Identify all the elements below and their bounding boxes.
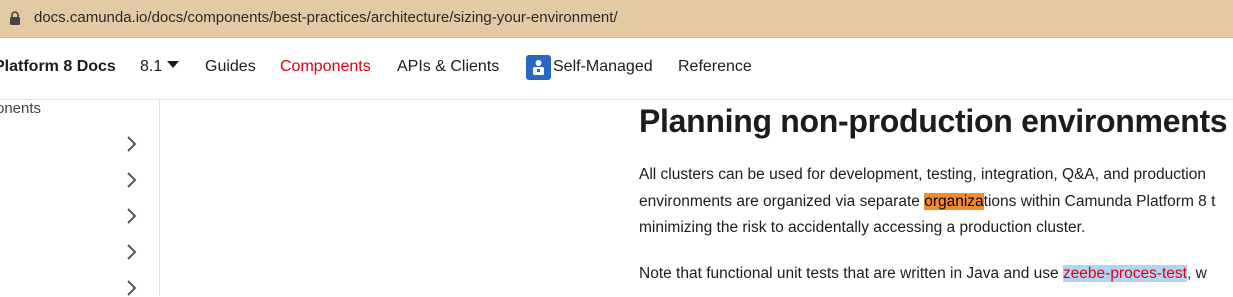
paragraph-line: minimizing the risk to accidentally acce… <box>639 219 1086 236</box>
nav-item-components[interactable]: Components <box>280 58 371 76</box>
lock-icon <box>10 11 20 25</box>
page-title: Planning non-production environments <box>639 103 1228 139</box>
self-managed-icon <box>526 55 551 80</box>
url-text[interactable]: docs.camunda.io/docs/components/best-pra… <box>34 9 618 26</box>
text-span: , w <box>1186 265 1207 282</box>
text-span: Note that functional unit tests that are… <box>639 265 1063 282</box>
search-highlight: organiza <box>924 193 984 210</box>
zeebe-process-test-link[interactable]: zeebe-proces-test <box>1062 265 1187 282</box>
nav-item-reference[interactable]: Reference <box>678 58 752 76</box>
browser-url-bar[interactable]: docs.camunda.io/docs/components/best-pra… <box>0 0 1233 38</box>
sidebar-item-label[interactable]: onents <box>0 100 41 117</box>
caret-down-icon <box>167 61 180 69</box>
text-span: tions within Camunda Platform 8 t <box>983 193 1216 210</box>
version-dropdown[interactable]: 8.1 <box>140 58 180 76</box>
paragraph-line: Note that functional unit tests that are… <box>639 260 1207 287</box>
chevron-right-icon[interactable] <box>122 207 140 225</box>
version-label: 8.1 <box>140 58 163 75</box>
paragraph-line: All clusters can be used for development… <box>639 166 1206 183</box>
chevron-right-icon[interactable] <box>122 171 140 189</box>
nav-item-apis-clients[interactable]: APIs & Clients <box>397 58 499 76</box>
brand-title[interactable]: Platform 8 Docs <box>0 58 116 76</box>
paragraph-line: environments are organized via separate … <box>639 188 1215 215</box>
chevron-right-icon[interactable] <box>122 243 140 261</box>
sidebar: onents <box>0 99 160 296</box>
nav-item-guides[interactable]: Guides <box>205 58 256 76</box>
text-span: environments are organized via separate <box>639 193 925 210</box>
chevron-right-icon[interactable] <box>122 279 140 297</box>
chevron-right-icon[interactable] <box>122 135 140 153</box>
nav-item-self-managed[interactable]: Self-Managed <box>553 58 653 76</box>
